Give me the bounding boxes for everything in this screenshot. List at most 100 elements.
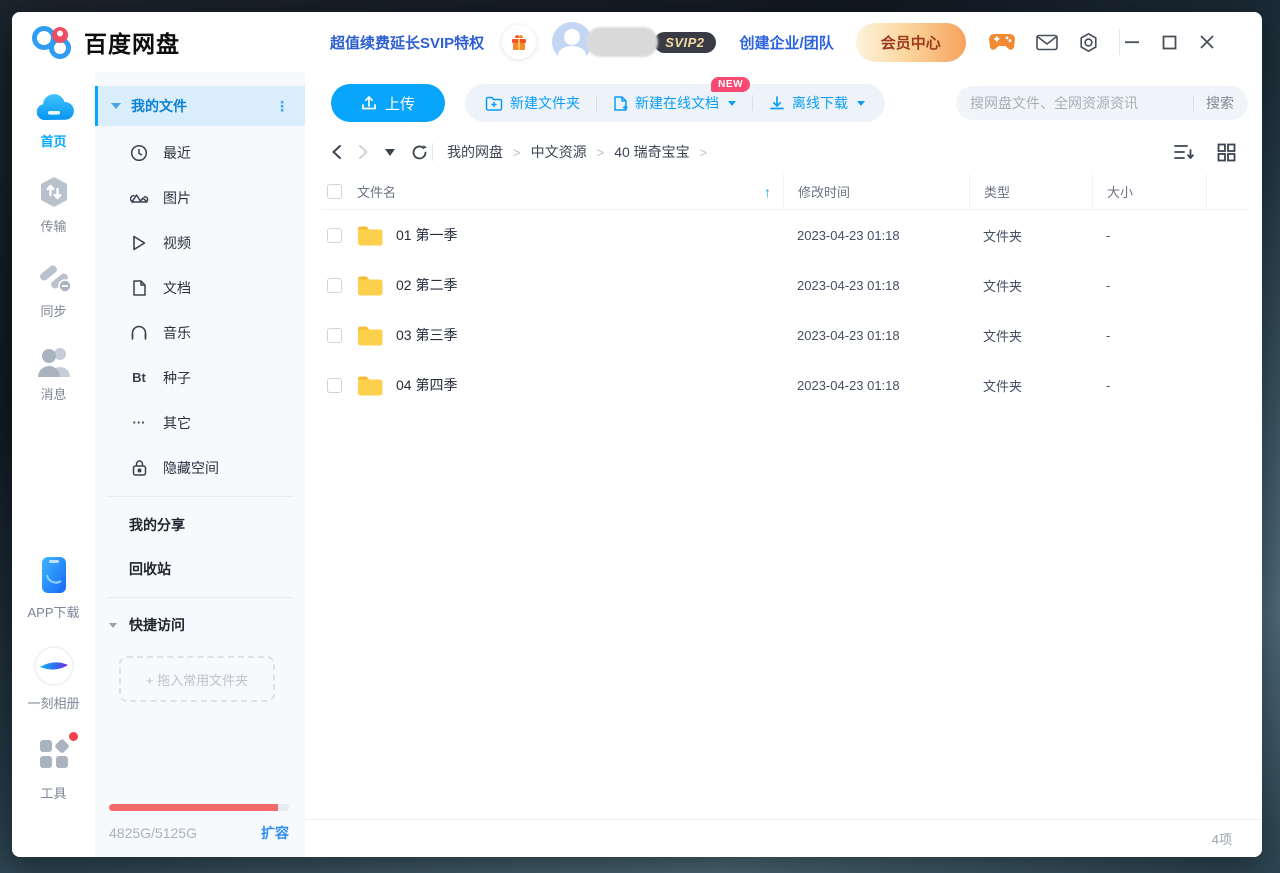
rail-item-messages[interactable]: 消息 bbox=[12, 345, 95, 403]
select-all-checkbox[interactable] bbox=[327, 184, 342, 199]
row-checkbox[interactable] bbox=[327, 378, 342, 393]
rail-item-photos[interactable]: 一刻相册 bbox=[12, 646, 95, 712]
nav-item-torrents[interactable]: Bt 种子 bbox=[95, 355, 305, 400]
member-center-button[interactable]: 会员中心 bbox=[856, 23, 966, 62]
maximize-button[interactable] bbox=[1162, 35, 1177, 50]
row-checkbox[interactable] bbox=[327, 278, 342, 293]
nav-item-recycle-bin[interactable]: 回收站 bbox=[95, 547, 305, 591]
breadcrumb-item[interactable]: 中文资源 bbox=[531, 142, 587, 162]
table-row[interactable]: 01 第一季 2023-04-23 01:18 文件夹 - bbox=[321, 210, 1248, 260]
quick-access-drop-zone[interactable]: + 拖入常用文件夹 bbox=[119, 656, 275, 702]
nav-section-quick-access[interactable]: 快捷访问 bbox=[95, 604, 305, 646]
breadcrumb-item[interactable]: 我的网盘 bbox=[447, 142, 503, 162]
breadcrumb: 我的网盘 > 中文资源 > 40 瑞奇宝宝 > bbox=[447, 142, 707, 162]
nav-item-hidden-space[interactable]: 隐藏空间 bbox=[95, 445, 305, 490]
image-icon bbox=[129, 189, 149, 206]
breadcrumb-item[interactable]: 40 瑞奇宝宝 bbox=[614, 142, 689, 162]
collapse-caret-icon[interactable] bbox=[111, 103, 121, 109]
nav-item-my-files[interactable]: 我的文件 ⋮ bbox=[95, 86, 305, 126]
offline-download-button[interactable]: 离线下载 bbox=[769, 93, 865, 113]
home-cloud-icon bbox=[33, 92, 75, 124]
phone-app-icon bbox=[39, 555, 69, 595]
close-button[interactable] bbox=[1199, 34, 1215, 50]
minimize-button[interactable] bbox=[1124, 34, 1140, 50]
sort-ascending-icon[interactable]: ↑ bbox=[764, 184, 771, 200]
header-type[interactable]: 类型 bbox=[969, 174, 1092, 209]
dropdown-caret-icon bbox=[857, 101, 865, 106]
games-icon[interactable] bbox=[988, 32, 1016, 52]
photos-album-icon bbox=[34, 646, 74, 686]
transfer-icon bbox=[37, 175, 71, 209]
new-doc-icon bbox=[613, 95, 628, 112]
rail-item-home[interactable]: 首页 bbox=[12, 92, 95, 150]
rail-item-transfer[interactable]: 传输 bbox=[12, 175, 95, 235]
file-name[interactable]: 01 第一季 bbox=[396, 225, 457, 245]
file-type: 文件夹 bbox=[969, 276, 1092, 295]
row-checkbox[interactable] bbox=[327, 228, 342, 243]
rail-item-app-download[interactable]: APP下载 bbox=[12, 555, 95, 621]
tools-grid-icon bbox=[37, 737, 71, 771]
rail-label-transfer: 传输 bbox=[40, 216, 66, 235]
header-size[interactable]: 大小 bbox=[1092, 174, 1206, 209]
notification-dot bbox=[69, 732, 78, 741]
table-row[interactable]: 04 第四季 2023-04-23 01:18 文件夹 - bbox=[321, 360, 1248, 410]
storage-expand-link[interactable]: 扩容 bbox=[261, 823, 289, 843]
grid-view-icon[interactable] bbox=[1217, 143, 1236, 162]
breadcrumb-bar: 我的网盘 > 中文资源 > 40 瑞奇宝宝 > bbox=[305, 130, 1262, 174]
document-icon bbox=[129, 279, 149, 297]
svip-level-badge[interactable]: SVIP2 bbox=[654, 32, 715, 53]
settings-icon[interactable] bbox=[1078, 32, 1099, 53]
folder-icon bbox=[357, 225, 383, 246]
clock-icon bbox=[129, 144, 149, 162]
nav-item-images[interactable]: 图片 bbox=[95, 175, 305, 220]
content-area: 上传 新建文件夹 NEW 新建在线文档 bbox=[305, 72, 1262, 857]
search-input[interactable] bbox=[970, 95, 1181, 111]
file-modified: 2023-04-23 01:18 bbox=[783, 228, 969, 243]
new-badge: NEW bbox=[711, 77, 750, 92]
bt-icon: Bt bbox=[129, 370, 149, 385]
header-modified[interactable]: 修改时间 bbox=[783, 174, 969, 209]
upload-button[interactable]: 上传 bbox=[331, 84, 445, 122]
table-row[interactable]: 03 第三季 2023-04-23 01:18 文件夹 - bbox=[321, 310, 1248, 360]
file-size: - bbox=[1092, 378, 1206, 393]
rail-item-sync[interactable]: 同步 bbox=[12, 260, 95, 320]
sort-list-icon[interactable] bbox=[1174, 143, 1195, 161]
mail-icon[interactable] bbox=[1036, 34, 1058, 51]
file-size: - bbox=[1092, 278, 1206, 293]
file-modified: 2023-04-23 01:18 bbox=[783, 378, 969, 393]
download-icon bbox=[769, 95, 785, 111]
storage-bar-track bbox=[109, 804, 289, 811]
storage-used-label: 4825G/5125G bbox=[109, 825, 197, 841]
create-team-link[interactable]: 创建企业/团队 bbox=[740, 32, 834, 53]
nav-item-videos[interactable]: 视频 bbox=[95, 220, 305, 265]
divider bbox=[107, 496, 293, 497]
nav-panel: 我的文件 ⋮ 最近 图片 视频 bbox=[95, 72, 305, 857]
table-row[interactable]: 02 第二季 2023-04-23 01:18 文件夹 - bbox=[321, 260, 1248, 310]
header-filename[interactable]: 文件名 bbox=[357, 182, 396, 201]
forward-icon[interactable] bbox=[358, 144, 369, 160]
rail-item-tools[interactable]: 工具 bbox=[12, 737, 95, 802]
new-folder-button[interactable]: 新建文件夹 bbox=[485, 93, 580, 113]
desktop-wallpaper: 百度网盘 超值续费延长SVIP特权 SVIP2 创建企业/团队 会员中心 bbox=[0, 0, 1280, 873]
file-name[interactable]: 03 第三季 bbox=[396, 325, 457, 345]
dropdown-caret-icon bbox=[728, 101, 736, 106]
more-options-icon[interactable]: ⋮ bbox=[275, 101, 289, 111]
svip-promo-link[interactable]: 超值续费延长SVIP特权 bbox=[330, 32, 484, 53]
row-checkbox[interactable] bbox=[327, 328, 342, 343]
search-button[interactable]: 搜索 bbox=[1206, 93, 1234, 113]
username-redacted bbox=[586, 27, 658, 57]
gift-icon[interactable] bbox=[502, 25, 536, 59]
nav-item-my-shares[interactable]: 我的分享 bbox=[95, 503, 305, 547]
back-icon[interactable] bbox=[331, 144, 342, 160]
history-caret-icon[interactable] bbox=[385, 149, 395, 156]
refresh-icon[interactable] bbox=[411, 144, 428, 161]
nav-item-others[interactable]: ··· 其它 bbox=[95, 400, 305, 445]
search-separator bbox=[1193, 95, 1194, 111]
nav-item-music[interactable]: 音乐 bbox=[95, 310, 305, 355]
new-online-doc-button[interactable]: NEW 新建在线文档 bbox=[613, 93, 736, 113]
nav-item-recent[interactable]: 最近 bbox=[95, 130, 305, 175]
file-name[interactable]: 04 第四季 bbox=[396, 375, 457, 395]
file-name[interactable]: 02 第二季 bbox=[396, 275, 457, 295]
nav-item-documents[interactable]: 文档 bbox=[95, 265, 305, 310]
toolbar-separator bbox=[752, 95, 753, 111]
